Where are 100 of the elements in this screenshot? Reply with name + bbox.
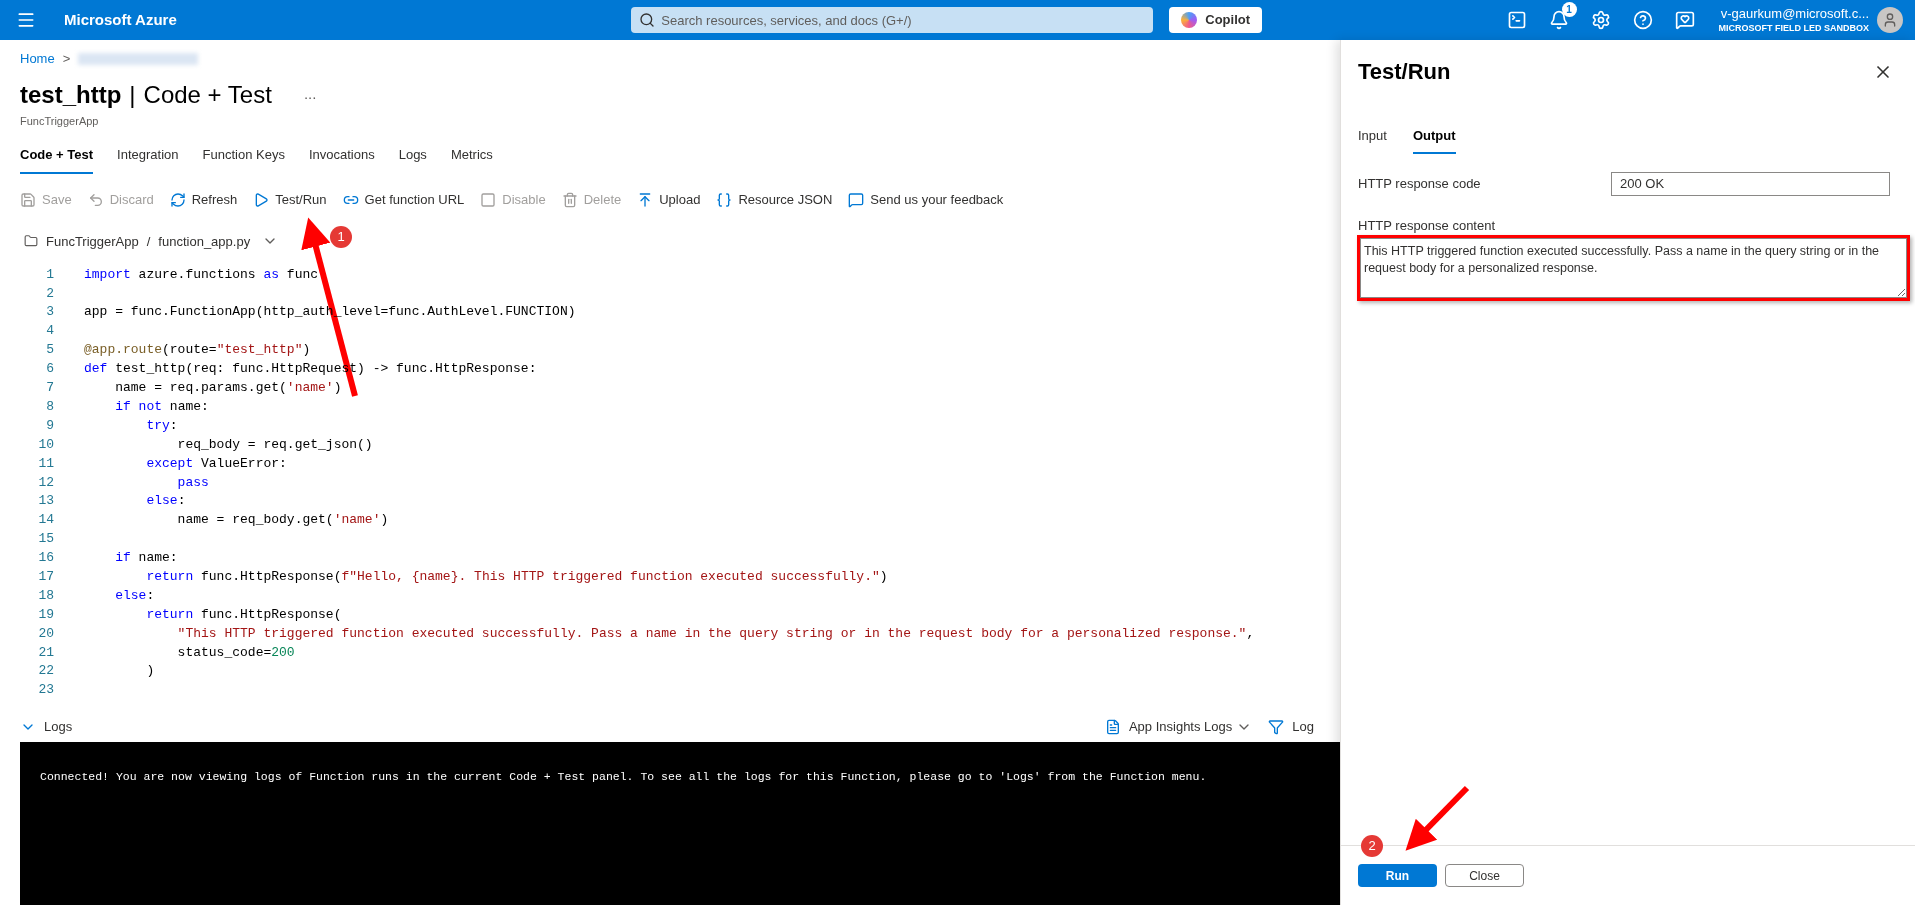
line-number: 13 <box>37 492 55 511</box>
filter-icon[interactable] <box>1268 719 1285 735</box>
bell-icon[interactable] <box>1548 10 1569 30</box>
search-field[interactable]: Search resources, services, and docs (G+/) <box>631 7 1154 33</box>
toolbar-button[interactable]: Test/Run <box>253 189 327 210</box>
page-subtitle: Code + Test <box>143 79 272 110</box>
code-line: else: <box>145 492 186 511</box>
response-code-field[interactable]: 200 OK <box>1611 171 1890 196</box>
toolbar-button[interactable]: Refresh <box>169 189 238 210</box>
line-number: 23 <box>37 681 55 700</box>
user-email[interactable]: v-gaurkum@microsoft.c... <box>1720 6 1869 23</box>
line-number: 2 <box>45 284 55 303</box>
avatar[interactable] <box>1877 7 1903 33</box>
field-label: HTTP response content <box>1357 216 1497 235</box>
code-line: else: <box>114 586 155 605</box>
logs-toggle[interactable]: Logs <box>44 717 73 737</box>
feedback-icon <box>848 191 865 208</box>
line-number: 7 <box>45 379 55 398</box>
folder-icon <box>24 234 38 249</box>
checkbox-icon <box>480 191 497 208</box>
toolbar-button[interactable]: Send us your feedback <box>848 189 1004 210</box>
save-icon <box>20 191 36 208</box>
tab[interactable]: Metrics <box>450 145 493 174</box>
line-number: 14 <box>37 511 55 530</box>
annotation-arrow <box>1405 785 1470 851</box>
insights-dropdown[interactable]: App Insights Logs <box>1128 717 1233 737</box>
breadcrumb-separator: > <box>62 50 71 68</box>
tab[interactable]: Logs <box>398 145 427 174</box>
tab[interactable]: Invocations <box>308 145 375 174</box>
toolbar-button[interactable]: Upload <box>637 189 701 210</box>
close-button[interactable]: Close <box>1445 864 1524 887</box>
tab[interactable]: Output <box>1412 126 1456 154</box>
tenant-name: MICROSOFT FIELD LED SANDBOX <box>1718 22 1869 34</box>
braces-icon <box>716 191 733 208</box>
path-separator: / <box>146 232 151 251</box>
code-line: name = req.params.get('name') <box>114 379 342 398</box>
line-number: 1 <box>45 265 55 284</box>
line-number: 10 <box>37 435 55 454</box>
code-line: "This HTTP triggered function executed successfully. Pass a name in the query string or in the request body for a personalized response.", <box>176 624 1255 643</box>
code-line: status_code=200 <box>176 643 295 662</box>
run-button[interactable]: Run <box>1358 864 1437 887</box>
log-message: Connected! You are now viewing logs of Function runs in the current Code + Test panel. To see all the logs for this Function, please go to 'Logs' from the Function menu. <box>40 770 1207 783</box>
notification-badge: 1 <box>1561 2 1577 17</box>
undo-icon <box>87 191 104 208</box>
line-number: 6 <box>45 360 55 379</box>
line-number: 16 <box>37 549 55 568</box>
line-number: 12 <box>37 473 55 492</box>
feedback-icon[interactable] <box>1674 10 1695 30</box>
line-number: 9 <box>45 416 55 435</box>
toolbar-button[interactable]: Get function URL <box>342 189 465 210</box>
terminal-icon[interactable] <box>1506 10 1527 30</box>
response-content-field[interactable]: This HTTP triggered function executed successfully. Pass a name in the query string or in the request body for a personalized response. <box>1360 238 1907 298</box>
line-number: 4 <box>45 322 55 341</box>
line-number: 3 <box>45 303 55 322</box>
code-line: pass <box>176 473 209 492</box>
line-number: 18 <box>37 586 55 605</box>
filter-label[interactable]: Log <box>1292 717 1314 737</box>
copilot-icon <box>1181 12 1198 28</box>
code-line: name = req_body.get('name') <box>176 511 389 530</box>
line-number: 5 <box>45 341 55 360</box>
code-line: @app.route(route="test_http") <box>84 341 311 360</box>
code-line: if not name: <box>114 397 209 416</box>
line-number: 20 <box>37 624 55 643</box>
code-line: if name: <box>114 549 178 568</box>
settings-icon[interactable] <box>1590 10 1611 30</box>
code-line: return func.HttpResponse(f"Hello, {name}. This HTTP triggered function executed successfully.") <box>145 567 888 586</box>
tab[interactable]: Integration <box>117 145 179 174</box>
brand-name[interactable]: Microsoft Azure <box>64 8 177 32</box>
refresh-icon <box>169 191 186 208</box>
play-icon <box>253 191 270 208</box>
tab[interactable]: Function Keys <box>202 145 285 174</box>
help-icon[interactable] <box>1632 10 1653 30</box>
code-line: try: <box>145 416 178 435</box>
code-line: req_body = req.get_json() <box>176 435 373 454</box>
step-badge: 1 <box>330 226 352 248</box>
line-number: 15 <box>37 530 55 549</box>
code-line: import azure.functions as func <box>84 265 319 284</box>
code-line: except ValueError: <box>145 454 287 473</box>
toolbar-button[interactable]: Resource JSON <box>716 189 833 210</box>
line-number: 8 <box>45 397 55 416</box>
more-button[interactable]: ... <box>303 83 317 106</box>
code-line: return func.HttpResponse( <box>145 605 342 624</box>
copilot-button[interactable]: Copilot <box>1169 7 1263 33</box>
code-line: ) <box>145 662 155 681</box>
line-number: 21 <box>37 643 55 662</box>
line-number: 17 <box>37 567 55 586</box>
search-icon <box>639 12 656 28</box>
tab[interactable]: Input <box>1358 126 1387 154</box>
file-name[interactable]: function_app.py <box>158 231 251 251</box>
panel-title: Test/Run <box>1358 58 1451 86</box>
tab[interactable]: Code + Test <box>20 145 94 174</box>
field-label: HTTP response code <box>1358 174 1482 193</box>
menu-icon[interactable] <box>16 10 36 30</box>
line-number: 19 <box>37 605 55 624</box>
folder-name[interactable]: FuncTriggerApp <box>46 231 139 251</box>
line-number: 22 <box>37 662 55 681</box>
title-separator: | <box>129 79 136 110</box>
breadcrumb-link[interactable]: Home <box>20 49 55 69</box>
app-name: FuncTriggerApp <box>19 113 100 129</box>
trash-icon <box>561 191 578 208</box>
